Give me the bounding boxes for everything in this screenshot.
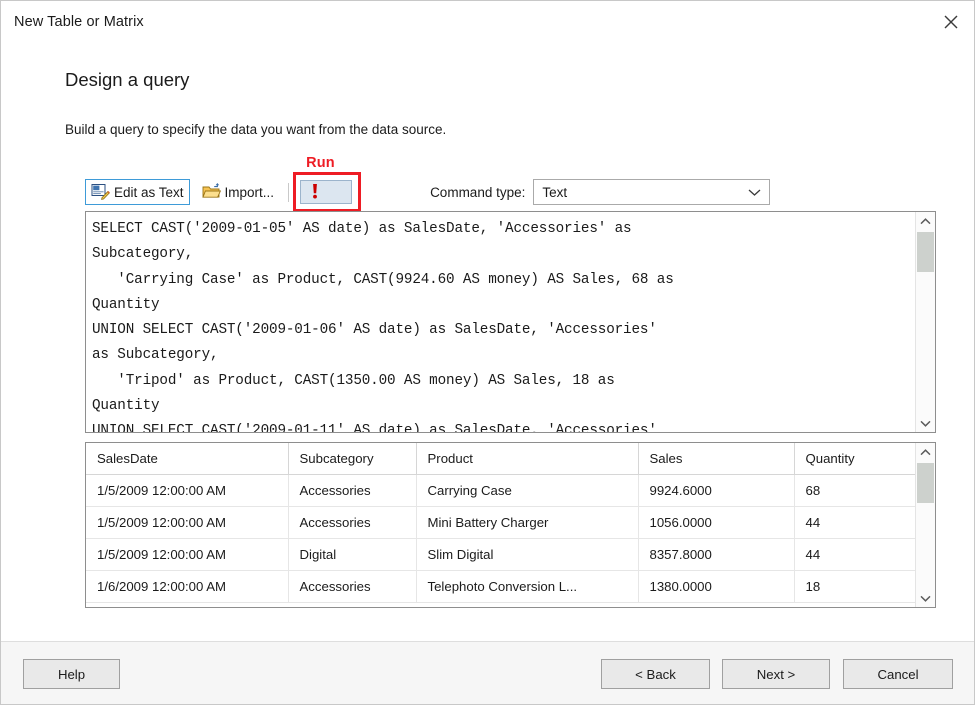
cell-product: Telephoto Conversion L... — [416, 571, 638, 603]
cell-subcategory: Accessories — [288, 571, 416, 603]
new-table-or-matrix-dialog: New Table or Matrix Design a query Build… — [0, 0, 975, 705]
table-header-row: SalesDate Subcategory Product Sales Quan… — [86, 443, 915, 475]
column-header-product[interactable]: Product — [416, 443, 638, 475]
table-row[interactable]: 1/5/2009 12:00:00 AM Accessories Carryin… — [86, 475, 915, 507]
cell-salesdate: 1/5/2009 12:00:00 AM — [86, 539, 288, 571]
scroll-down-icon[interactable] — [916, 589, 935, 607]
cell-quantity: 18 — [794, 571, 915, 603]
sql-query-text[interactable]: SELECT CAST('2009-01-05' AS date) as Sal… — [86, 212, 915, 432]
next-button[interactable]: Next > — [722, 659, 830, 689]
run-annotation-label: Run — [306, 155, 335, 171]
close-icon — [944, 15, 958, 29]
edit-as-text-label: Edit as Text — [114, 185, 184, 200]
cell-subcategory: Accessories — [288, 475, 416, 507]
cell-sales: 8357.8000 — [638, 539, 794, 571]
scroll-up-icon[interactable] — [916, 443, 935, 461]
column-header-salesdate[interactable]: SalesDate — [86, 443, 288, 475]
results-table: SalesDate Subcategory Product Sales Quan… — [86, 443, 915, 603]
scroll-down-icon[interactable] — [916, 414, 935, 432]
help-button[interactable]: Help — [23, 659, 120, 689]
chevron-down-icon — [748, 185, 761, 200]
query-designer-panel: Edit as Text Import... — [85, 173, 936, 608]
close-button[interactable] — [927, 1, 974, 43]
run-button-wrapper: Run — [300, 180, 352, 204]
column-header-quantity[interactable]: Quantity — [794, 443, 915, 475]
import-label: Import... — [225, 185, 275, 200]
import-button[interactable]: Import... — [196, 179, 281, 205]
query-results-grid-inner: SalesDate Subcategory Product Sales Quan… — [86, 443, 915, 607]
results-vertical-scrollbar[interactable] — [915, 443, 935, 607]
import-folder-icon — [202, 182, 221, 203]
cancel-button[interactable]: Cancel — [843, 659, 953, 689]
cell-subcategory: Digital — [288, 539, 416, 571]
sql-scroll-track[interactable] — [916, 230, 935, 414]
column-header-subcategory[interactable]: Subcategory — [288, 443, 416, 475]
cell-subcategory: Accessories — [288, 507, 416, 539]
cell-sales: 1380.0000 — [638, 571, 794, 603]
command-type-label: Command type: — [430, 185, 525, 200]
column-header-sales[interactable]: Sales — [638, 443, 794, 475]
cell-quantity: 44 — [794, 507, 915, 539]
title-bar: New Table or Matrix — [1, 1, 974, 43]
run-exclamation-icon — [311, 182, 319, 203]
cell-product: Slim Digital — [416, 539, 638, 571]
toolbar-separator — [288, 183, 289, 202]
results-scroll-track[interactable] — [916, 461, 935, 589]
table-row[interactable]: 1/6/2009 12:00:00 AM Accessories Telepho… — [86, 571, 915, 603]
cell-salesdate: 1/5/2009 12:00:00 AM — [86, 475, 288, 507]
page-title: Design a query — [65, 69, 189, 91]
scroll-up-icon[interactable] — [916, 212, 935, 230]
run-button[interactable] — [300, 180, 352, 204]
dialog-footer: Help < Back Next > Cancel — [1, 641, 974, 704]
table-row[interactable]: 1/5/2009 12:00:00 AM Digital Slim Digita… — [86, 539, 915, 571]
cell-salesdate: 1/6/2009 12:00:00 AM — [86, 571, 288, 603]
cell-product: Carrying Case — [416, 475, 638, 507]
cell-quantity: 68 — [794, 475, 915, 507]
edit-as-text-button[interactable]: Edit as Text — [85, 179, 190, 205]
results-scroll-thumb[interactable] — [917, 463, 934, 503]
table-row[interactable]: 1/5/2009 12:00:00 AM Accessories Mini Ba… — [86, 507, 915, 539]
command-type-select[interactable]: Text — [533, 179, 770, 205]
cell-quantity: 44 — [794, 539, 915, 571]
query-toolbar: Edit as Text Import... — [85, 173, 936, 211]
cell-product: Mini Battery Charger — [416, 507, 638, 539]
query-results-grid[interactable]: SalesDate Subcategory Product Sales Quan… — [85, 442, 936, 608]
cell-sales: 9924.6000 — [638, 475, 794, 507]
window-title: New Table or Matrix — [1, 14, 144, 30]
sql-vertical-scrollbar[interactable] — [915, 212, 935, 432]
command-type-group: Command type: Text — [430, 179, 770, 205]
sql-query-editor[interactable]: SELECT CAST('2009-01-05' AS date) as Sal… — [85, 211, 936, 433]
sql-scroll-thumb[interactable] — [917, 232, 934, 272]
command-type-value: Text — [542, 185, 567, 200]
dialog-body: Design a query Build a query to specify … — [1, 43, 974, 641]
back-button[interactable]: < Back — [601, 659, 710, 689]
cell-sales: 1056.0000 — [638, 507, 794, 539]
page-description: Build a query to specify the data you wa… — [65, 122, 446, 137]
cell-salesdate: 1/5/2009 12:00:00 AM — [86, 507, 288, 539]
edit-as-text-icon — [91, 182, 110, 203]
